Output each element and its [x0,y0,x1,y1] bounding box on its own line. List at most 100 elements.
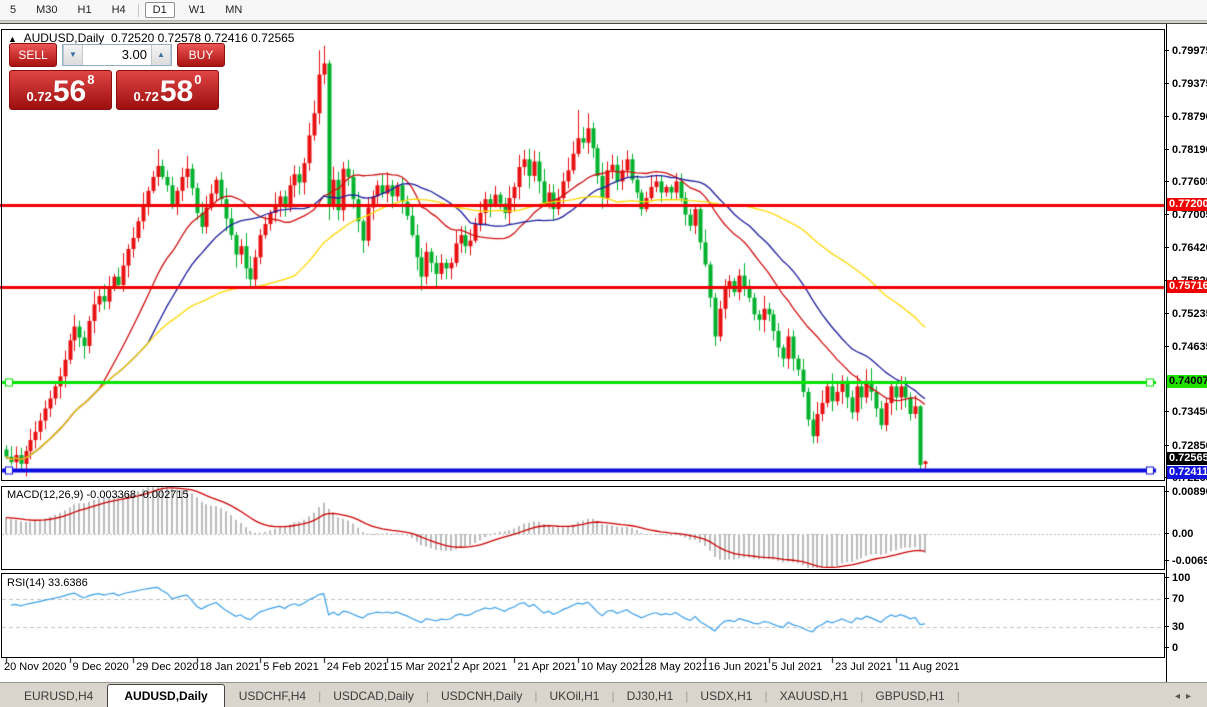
date-label: 11 Aug 2021 [899,661,960,673]
tab-dj30-h1[interactable]: DJ30,H1 [615,685,686,707]
buy-price-big: 58 [160,77,193,107]
price-axis-label: 0.73450 [1172,406,1207,418]
axis-tick [1165,411,1169,412]
date-label: 24 Feb 2021 [327,661,389,673]
date-label: 5 Jul 2021 [772,661,823,673]
price-axis-label: 0.79975 [1172,45,1207,57]
axis-tick [1165,626,1169,627]
tab-usdx-h1[interactable]: USDX,H1 [688,685,764,707]
price-axis-label: 0.74635 [1172,341,1207,353]
axis-tick [1165,313,1169,314]
date-label: 10 May 2021 [581,661,645,673]
rsi-axis-label: 30 [1172,621,1184,633]
macd-axis-label: 0.00 [1172,528,1193,540]
sell-price-display[interactable]: 0.72 56 8 [9,70,112,110]
price-axis-label: 0.76420 [1172,242,1207,254]
date-label: 2 Apr 2021 [454,661,507,673]
price-axis-label: 0.75235 [1172,308,1207,320]
price-axis-label: 0.72850 [1172,440,1207,452]
tab-usdcnh-daily[interactable]: USDCNH,Daily [429,685,534,707]
rsi-label: RSI(14) 33.6386 [7,577,88,589]
axis-tick [1165,445,1169,446]
price-axis-label: 0.77605 [1172,176,1207,188]
rsi-value: 33.6386 [48,577,88,589]
symbol-tabbar: EURUSD,H4AUDUSD,DailyUSDCHF,H4 | USDCAD,Da… [0,682,1207,707]
axis-tick [1165,533,1169,534]
sell-price-big: 56 [53,77,86,107]
tab-separator: | [957,689,960,707]
volume-up-icon[interactable]: ▲ [151,45,171,65]
date-label: 23 Jul 2021 [835,661,892,673]
macd-name: MACD(12,26,9) [7,489,83,501]
tab-usdchf-h4[interactable]: USDCHF,H4 [227,685,318,707]
buy-price-pip: 0 [194,72,201,87]
date-label: 29 Dec 2020 [136,661,198,673]
rsi-axis-label: 100 [1172,572,1190,584]
timeframe-button-5[interactable]: 5 [4,3,22,17]
date-label: 21 Apr 2021 [517,661,576,673]
timeframe-button-W1[interactable]: W1 [183,3,212,17]
timeframe-button-H4[interactable]: H4 [106,3,132,17]
buy-price-display[interactable]: 0.72 58 0 [116,70,219,110]
date-label: 15 Mar 2021 [390,661,452,673]
axis-tick [1165,346,1169,347]
top-toolbar: 5 M30 H1 H4 D1 W1 MN [0,0,1207,21]
price-chart-canvas[interactable] [0,24,1166,682]
tab-scroll-arrows[interactable]: ◂▸ [1175,691,1197,707]
axis-tick [1165,181,1169,182]
date-label: 5 Feb 2021 [263,661,319,673]
timeframe-button-D1[interactable]: D1 [145,2,175,18]
price-badge[interactable]: 0.77200 [1167,198,1207,211]
buy-button[interactable]: BUY [177,43,225,67]
volume-down-icon[interactable]: ▼ [63,45,83,65]
price-badge[interactable]: 0.72565 [1167,452,1207,465]
axis-tick [1165,647,1169,648]
toolbar-separator [138,4,139,17]
macd-axis-label: -0.00697 [1172,555,1207,567]
one-click-trading-panel: SELL ▼ 3.00 ▲ BUY 0.72 56 8 0.72 58 0 [9,43,225,110]
timeframe-button-M30[interactable]: M30 [30,3,63,17]
macd-values: -0.003368 -0.002715 [86,489,188,501]
price-axis-label: 0.78190 [1172,144,1207,156]
price-axis-label: 0.79375 [1172,78,1207,90]
axis-tick [1165,116,1169,117]
axis-tick [1165,214,1169,215]
date-label: 18 Jan 2021 [200,661,261,673]
axis-tick [1165,247,1169,248]
tab-ukoil-h1[interactable]: UKOil,H1 [537,685,611,707]
volume-input[interactable]: 3.00 [83,45,151,65]
axis-tick [1165,577,1169,578]
sell-button[interactable]: SELL [9,43,57,67]
price-badge[interactable]: 0.74007 [1167,375,1207,388]
volume-spinner: ▼ 3.00 ▲ [62,44,172,66]
axis-tick [1165,598,1169,599]
timeframe-button-MN[interactable]: MN [219,3,248,17]
axis-tick [1165,149,1169,150]
rsi-axis-label: 70 [1172,593,1184,605]
tab-gbpusd-h1[interactable]: GBPUSD,H1 [863,685,956,707]
rsi-axis-label: 0 [1172,642,1178,654]
price-axis-label: 0.77005 [1172,209,1207,221]
rsi-name: RSI(14) [7,577,45,589]
tab-usdcad-daily[interactable]: USDCAD,Daily [321,685,426,707]
tab-eurusd-h4[interactable]: EURUSD,H4 [12,685,105,707]
tab-xauusd-h1[interactable]: XAUUSD,H1 [768,685,861,707]
macd-label: MACD(12,26,9) -0.003368 -0.002715 [7,489,189,501]
price-badge[interactable]: 0.72411 [1167,466,1207,479]
date-label: 28 May 2021 [644,661,708,673]
tab-audusd-daily[interactable]: AUDUSD,Daily [107,684,224,707]
axis-tick [1165,83,1169,84]
date-label: 20 Nov 2020 [4,661,66,673]
date-label: 16 Jun 2021 [708,661,769,673]
buy-price-figure: 0.72 [134,89,159,104]
axis-tick [1165,560,1169,561]
price-badge[interactable]: 0.75716 [1167,280,1207,293]
timeframe-button-H1[interactable]: H1 [72,3,98,17]
date-label: 9 Dec 2020 [73,661,129,673]
sell-price-pip: 8 [87,72,94,87]
macd-axis-label: 0.008903 [1172,486,1207,498]
sell-price-figure: 0.72 [27,89,52,104]
axis-tick [1165,491,1169,492]
price-axis-label: 0.78790 [1172,111,1207,123]
axis-tick [1165,50,1169,51]
